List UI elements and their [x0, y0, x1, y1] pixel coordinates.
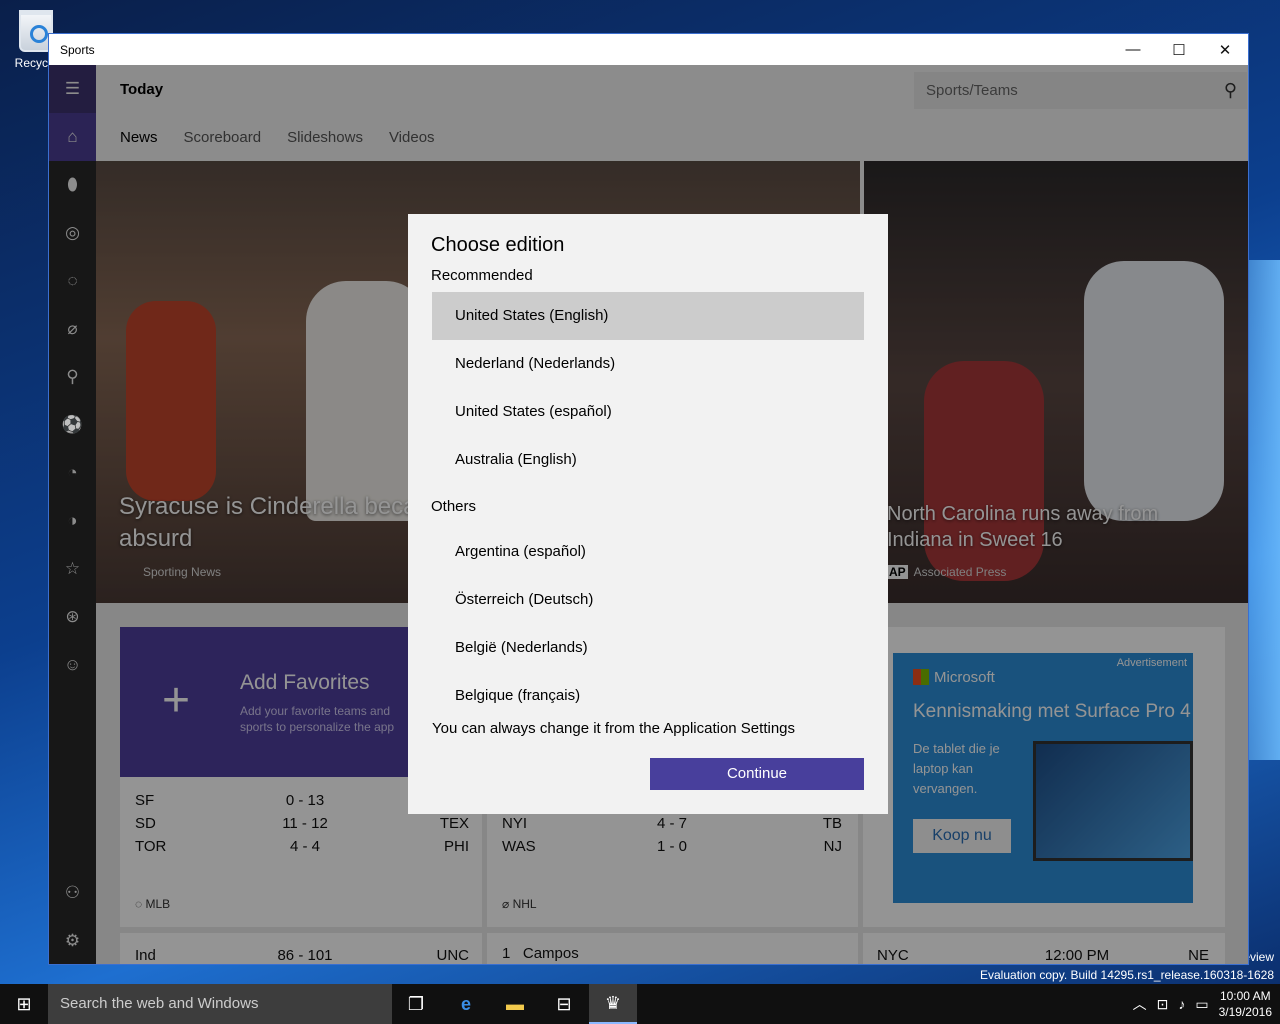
system-tray: ︿ ⊡ ♪ ▭ 10:00 AM 3/19/2016 — [1133, 984, 1272, 1024]
edition-option[interactable]: United States (English) — [432, 292, 864, 340]
sports-app-trophy-icon[interactable]: ♛ — [589, 984, 637, 1024]
close-button[interactable]: ✕ — [1202, 34, 1248, 65]
windows-start-icon[interactable]: ⊞ — [0, 984, 48, 1024]
build-watermark: Evaluation copy. Build 14295.rs1_release… — [980, 968, 1274, 982]
recommended-label: Recommended — [431, 267, 533, 284]
choose-edition-dialog: Choose edition Recommended United States… — [408, 214, 888, 814]
task-view-icon[interactable]: ❐ — [392, 984, 440, 1024]
dialog-title: Choose edition — [431, 234, 565, 256]
rail-overlay — [49, 65, 96, 964]
clock[interactable]: 10:00 AM 3/19/2016 — [1219, 988, 1272, 1020]
edition-option[interactable]: Australia (English) — [432, 436, 864, 484]
settings-note: You can always change it from the Applic… — [432, 720, 796, 737]
continue-button[interactable]: Continue — [650, 758, 864, 790]
volume-icon[interactable]: ♪ — [1178, 996, 1185, 1012]
maximize-button[interactable]: ☐ — [1156, 34, 1202, 65]
clock-date: 3/19/2016 — [1218, 1005, 1272, 1019]
title-bar: Sports — ☐ ✕ — [49, 34, 1248, 65]
minimize-button[interactable]: — — [1110, 34, 1156, 65]
edition-option[interactable]: United States (español) — [432, 388, 864, 436]
clock-time: 10:00 AM — [1219, 989, 1271, 1003]
store-icon[interactable]: ⊟ — [540, 984, 588, 1024]
action-center-icon[interactable]: ▭ — [1195, 996, 1208, 1013]
edition-option[interactable]: Argentina (español) — [432, 528, 864, 576]
edge-browser-icon[interactable]: e — [442, 984, 490, 1024]
tray-chevron-up-icon[interactable]: ︿ — [1133, 994, 1147, 1014]
others-label: Others — [431, 498, 477, 515]
taskbar: ⊞ Search the web and Windows ❐ e ▬ ⊟ ♛ ︿… — [0, 984, 1280, 1024]
network-icon[interactable]: ⊡ — [1157, 996, 1169, 1013]
edition-option[interactable]: Nederland (Nederlands) — [432, 340, 864, 388]
edition-option[interactable]: Belgique (français) — [432, 672, 864, 720]
edition-option[interactable]: Österreich (Deutsch) — [432, 576, 864, 624]
window-title: Sports — [60, 42, 95, 57]
edition-option[interactable]: België (Nederlands) — [432, 624, 864, 672]
taskbar-search-input[interactable]: Search the web and Windows — [48, 984, 392, 1024]
file-explorer-icon[interactable]: ▬ — [491, 984, 539, 1024]
